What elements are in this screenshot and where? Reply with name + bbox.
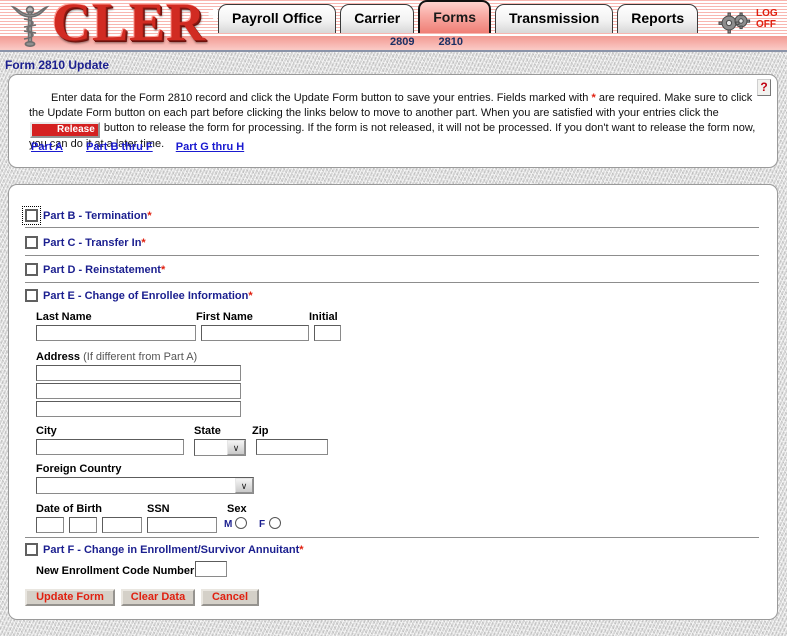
logoff-button[interactable]: LOG OFF <box>756 8 778 30</box>
part-b-checkbox[interactable] <box>22 206 41 225</box>
state-label: State <box>194 425 221 437</box>
part-d-label: Part D - Reinstatement <box>43 264 161 276</box>
link-part-b-thru-f[interactable]: Part B thru F <box>86 141 153 153</box>
tab-transmission[interactable]: Transmission <box>494 4 614 33</box>
page-title: Form 2810 Update <box>5 58 110 72</box>
part-c-row: Part C - Transfer In* <box>25 236 761 249</box>
sex-female-label: F <box>259 519 266 530</box>
part-d-required: * <box>160 264 166 276</box>
part-b-row: Part B - Termination* <box>22 206 761 225</box>
tab-carrier[interactable]: Carrier <box>340 4 415 33</box>
cancel-button[interactable]: Cancel <box>201 589 259 606</box>
part-f-label: Part F - Change in Enrollment/Survivor A… <box>43 544 300 556</box>
chevron-down-icon: ∨ <box>235 478 253 493</box>
part-f-required: * <box>299 544 304 556</box>
date-of-birth-label: Date of Birth <box>36 503 102 515</box>
divider-after-part-c <box>25 255 759 256</box>
sex-male-radio[interactable] <box>235 517 247 529</box>
dob-day-input[interactable] <box>69 517 97 533</box>
first-name-label: First Name <box>196 311 253 323</box>
zip-label: Zip <box>252 425 269 437</box>
divider-after-part-b <box>25 227 759 228</box>
city-input[interactable] <box>36 439 184 455</box>
logoff-label-line2: OFF <box>756 19 776 30</box>
help-icon[interactable]: ? <box>757 79 771 96</box>
update-form-button[interactable]: Update Form <box>25 589 115 606</box>
tab-reports[interactable]: Reports <box>617 4 699 33</box>
zip-input[interactable] <box>256 439 328 455</box>
sex-female-radio[interactable] <box>269 517 281 529</box>
ssn-input[interactable] <box>147 517 217 533</box>
tab-forms[interactable]: Forms <box>418 0 491 33</box>
instructions-panel: ? Enter data for the Form 2810 record an… <box>8 74 778 168</box>
dob-month-input[interactable] <box>36 517 64 533</box>
part-e-required: * <box>248 290 253 302</box>
address-label: Address (If different from Part A) <box>36 351 197 363</box>
part-b-required: * <box>147 210 152 222</box>
link-part-g-thru-h[interactable]: Part G thru H <box>176 141 244 153</box>
part-e-label: Part E - Change of Enrollee Information <box>43 290 249 302</box>
first-name-input[interactable] <box>201 325 309 341</box>
sex-male-label: M <box>224 519 233 530</box>
address-note: (If different from Part A) <box>83 351 198 363</box>
link-part-a[interactable]: Part A <box>31 141 63 153</box>
brand-wordmark: CLER <box>52 0 207 52</box>
part-e-row: Part E - Change of Enrollee Information* <box>25 289 761 302</box>
enrollment-code-label: New Enrollment Code Number <box>36 565 195 577</box>
part-b-label: Part B - Termination <box>43 210 148 222</box>
instructions-part1: Enter data for the Form 2810 record and … <box>51 92 592 104</box>
part-f-row: Part F - Change in Enrollment/Survivor A… <box>25 543 761 556</box>
sub-tabs: 2809 2810 <box>390 36 487 51</box>
address-line3-input[interactable] <box>36 401 241 417</box>
initial-label: Initial <box>309 311 338 323</box>
city-label: City <box>36 425 57 437</box>
caduceus-icon <box>10 5 50 47</box>
logoff-label-line1: LOG <box>756 8 778 19</box>
part-navigation-links: Part A Part B thru F Part G thru H <box>31 141 264 153</box>
divider-after-part-d <box>25 282 759 283</box>
tab-payroll-office[interactable]: Payroll Office <box>218 4 337 33</box>
clear-data-button[interactable]: Clear Data <box>121 589 195 606</box>
foreign-country-label: Foreign Country <box>36 463 122 475</box>
initial-input[interactable] <box>314 325 341 341</box>
address-label-text: Address <box>36 351 81 363</box>
part-c-required: * <box>141 237 146 249</box>
ssn-label: SSN <box>147 503 170 515</box>
release-button[interactable]: Release <box>30 122 100 138</box>
gears-icon[interactable] <box>718 10 752 34</box>
part-d-row: Part D - Reinstatement* <box>25 263 761 276</box>
foreign-country-select[interactable]: ∨ <box>36 477 254 494</box>
part-c-label: Part C - Transfer In <box>43 237 142 249</box>
subtab-2809[interactable]: 2809 <box>390 36 414 48</box>
main-tabs: Payroll Office Carrier Forms Transmissio… <box>218 0 702 37</box>
form-panel: Part B - Termination* Part C - Transfer … <box>8 184 778 620</box>
app-banner: CLER ✚ Payroll Office Carrier Forms Tran… <box>0 0 787 52</box>
address-line1-input[interactable] <box>36 365 241 381</box>
dob-year-input[interactable] <box>102 517 142 533</box>
part-f-checkbox[interactable] <box>25 543 38 556</box>
sex-label: Sex <box>227 503 247 515</box>
chevron-down-icon: ∨ <box>227 440 245 455</box>
part-e-checkbox[interactable] <box>25 289 38 302</box>
address-line2-input[interactable] <box>36 383 241 399</box>
enrollment-code-input[interactable] <box>195 561 227 577</box>
part-c-checkbox[interactable] <box>25 236 38 249</box>
last-name-input[interactable] <box>36 325 196 341</box>
state-select[interactable]: ∨ <box>194 439 246 456</box>
last-name-label: Last Name <box>36 311 92 323</box>
part-d-checkbox[interactable] <box>25 263 38 276</box>
subtab-2810[interactable]: 2810 <box>438 36 462 48</box>
divider-after-part-e <box>25 537 759 538</box>
